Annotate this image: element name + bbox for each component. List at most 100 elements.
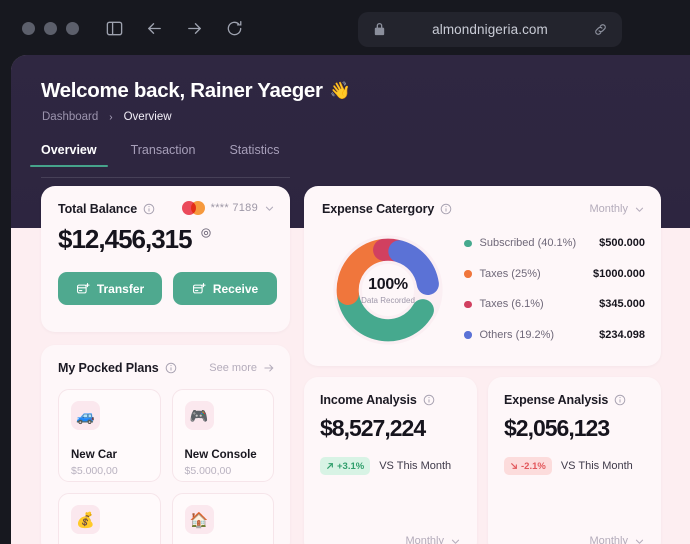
arrow-up-right-icon [327, 463, 333, 469]
balance-actions: Transfer Receive [58, 272, 277, 305]
money-bag-emoji-icon: 💰 [71, 505, 100, 534]
breadcrumb-overview[interactable]: Overview [124, 111, 172, 123]
income-analysis-card: Income Analysis $8,527,224 +3.1% VS This… [304, 377, 477, 544]
mastercard-logo-icon [181, 201, 205, 215]
tab-statistics[interactable]: Statistics [229, 143, 279, 167]
forward-arrow-icon[interactable] [183, 17, 205, 39]
plan-card-savings[interactable]: 💰 [58, 493, 161, 544]
plan-card-new-console[interactable]: 🎮 New Console $5.000,00 [171, 389, 274, 482]
chevron-right-icon: › [109, 111, 113, 123]
card-selector[interactable]: **** 7189 [181, 201, 275, 215]
dashboard-tabs: Overview Transaction Statistics [30, 143, 290, 177]
legend-color-dot [464, 270, 472, 278]
plan-name: New Console [184, 449, 257, 461]
legend-item[interactable]: Subscribed (40.1%) $500.000 [464, 228, 645, 259]
legend-label: Taxes (25%) [479, 267, 541, 280]
breadcrumb-dashboard[interactable]: Dashboard [42, 111, 98, 123]
income-amount: $8,527,224 [320, 415, 426, 441]
expense-comparison-label: VS This Month [560, 460, 633, 472]
expense-delta-row: -2.1% VS This Month [504, 457, 633, 475]
pocket-plans-grid: 🚙 New Car $5.000,00 🎮 New Console $5.000… [58, 389, 274, 544]
legend-value: $500.000 [599, 237, 645, 250]
chevron-down-icon[interactable] [264, 203, 275, 214]
info-icon[interactable] [143, 203, 155, 215]
income-comparison-label: VS This Month [379, 460, 452, 472]
tab-transaction[interactable]: Transaction [131, 143, 196, 167]
info-icon[interactable] [614, 394, 626, 406]
sidebar-toggle-icon[interactable] [103, 17, 125, 39]
income-period-label: Monthly [405, 535, 444, 544]
expense-analysis-title: Expense Analysis [504, 393, 626, 407]
wave-emoji-icon: 👋 [329, 81, 351, 100]
expense-amount: $2,056,123 [504, 415, 610, 441]
legend-item[interactable]: Others (19.2%) $234.098 [464, 320, 645, 351]
expense-legend: Subscribed (40.1%) $500.000 Taxes (25%) … [464, 228, 645, 350]
balance-amount: $12,456,315 [58, 224, 193, 254]
window-controls[interactable] [22, 21, 79, 35]
car-emoji-icon: 🚙 [71, 401, 100, 430]
close-window-button[interactable] [22, 21, 35, 35]
house-emoji-icon: 🏠 [184, 505, 214, 534]
legend-color-dot [464, 331, 472, 339]
url-text[interactable]: almondnigeria.com [395, 22, 585, 37]
expense-period-label: Monthly [589, 535, 628, 544]
see-more-link[interactable]: See more [209, 362, 275, 374]
total-balance-card: Total Balance **** 7189 $12,456,315 Tran… [41, 186, 290, 332]
legend-item[interactable]: Taxes (6.1%) $345.000 [464, 289, 645, 320]
legend-label: Others (19.2%) [479, 328, 555, 341]
lock-icon [372, 22, 387, 37]
page-title: Welcome back, Rainer Yaeger 👋 [41, 79, 351, 103]
expense-period-dropdown[interactable]: Monthly [589, 535, 645, 544]
income-analysis-label: Income Analysis [320, 393, 417, 407]
info-icon[interactable] [423, 394, 435, 406]
tab-overview[interactable]: Overview [30, 143, 108, 167]
income-delta-row: +3.1% VS This Month [320, 457, 451, 475]
income-period-dropdown[interactable]: Monthly [405, 535, 461, 544]
see-more-label: See more [209, 362, 257, 374]
transfer-label: Transfer [96, 281, 145, 296]
welcome-text: Welcome back, Rainer Yaeger [41, 79, 323, 102]
arrow-down-right-icon [511, 463, 517, 469]
balance-amount-row: $12,456,315 [58, 224, 212, 255]
expense-analysis-label: Expense Analysis [504, 393, 609, 407]
pocket-plans-header: My Pocked Plans See more [58, 361, 275, 375]
back-arrow-icon[interactable] [143, 17, 165, 39]
legend-value: $1000.000 [593, 267, 645, 280]
expense-category-header: Expense Catergory Monthly [322, 202, 645, 216]
legend-value: $234.098 [599, 328, 645, 341]
maximize-window-button[interactable] [66, 21, 79, 35]
pocket-plans-title: My Pocked Plans [58, 361, 177, 375]
browser-window: almondnigeria.com Welcome back, Rainer Y… [0, 0, 690, 544]
info-icon[interactable] [165, 362, 177, 374]
expense-category-card: Expense Catergory Monthly 100% Data Reco… [304, 186, 661, 366]
expense-category-title: Expense Catergory [322, 202, 452, 216]
expense-delta-value: -2.1% [521, 460, 546, 472]
expense-delta-badge: -2.1% [504, 457, 552, 475]
expense-donut-chart: 100% Data Recorded [320, 225, 456, 355]
legend-item[interactable]: Taxes (25%) $1000.000 [464, 259, 645, 290]
chevron-down-icon [635, 207, 644, 212]
donut-svg [333, 235, 443, 345]
legend-value: $345.000 [599, 298, 645, 311]
income-delta-value: +3.1% [337, 460, 365, 472]
plan-card-new-car[interactable]: 🚙 New Car $5.000,00 [58, 389, 161, 482]
eye-icon[interactable] [200, 227, 212, 239]
link-icon[interactable] [593, 22, 608, 37]
minimize-window-button[interactable] [44, 21, 57, 35]
reload-icon[interactable] [223, 17, 245, 39]
chevron-down-icon [635, 539, 644, 544]
browser-toolbar: almondnigeria.com [0, 0, 690, 56]
legend-color-dot [464, 239, 472, 247]
total-balance-label: Total Balance [58, 202, 138, 216]
transfer-button[interactable]: Transfer [58, 272, 162, 305]
receive-button[interactable]: Receive [173, 272, 277, 305]
legend-label: Subscribed (40.1%) [479, 237, 577, 250]
info-icon[interactable] [440, 203, 452, 215]
plan-card-home[interactable]: 🏠 [171, 493, 274, 544]
expense-period-dropdown[interactable]: Monthly [589, 203, 645, 215]
income-analysis-title: Income Analysis [320, 393, 435, 407]
breadcrumb: Dashboard › Overview [42, 111, 172, 123]
address-bar[interactable]: almondnigeria.com [358, 12, 622, 47]
plan-name: New Car [71, 449, 118, 461]
dashboard-page: Welcome back, Rainer Yaeger 👋 Dashboard … [11, 55, 690, 544]
